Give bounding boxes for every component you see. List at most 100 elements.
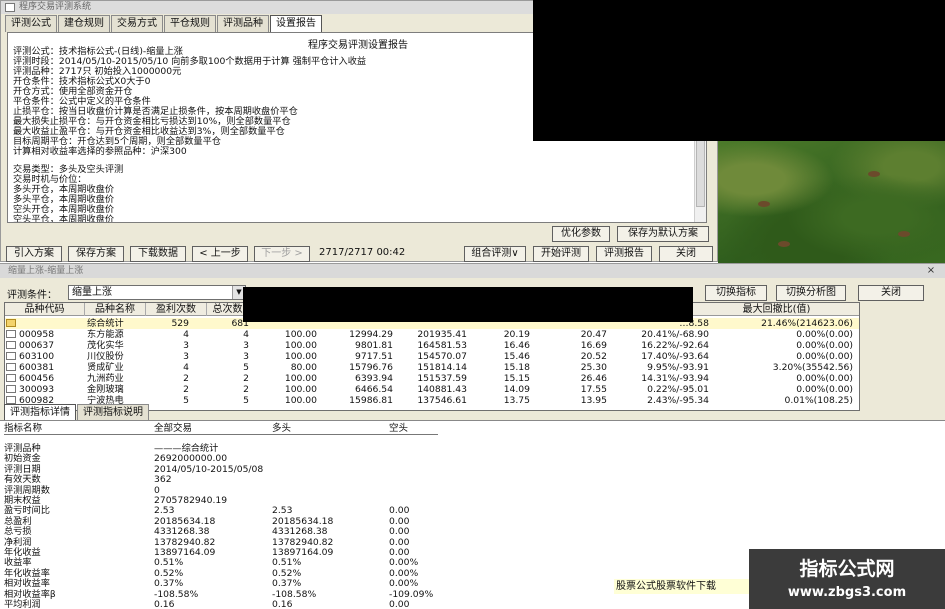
tab-report-settings[interactable]: 设置报告 [270,15,322,33]
cell-c7: 15.46 [503,351,530,362]
cell-win: 2 [183,373,189,384]
column-header[interactable]: 最大回撤比(值) [693,303,859,316]
detail-name: 收益率 [4,557,32,569]
table-row[interactable]: 603100 川仪股份 3 3 100.00 9717.51 154570.07 15.46 2… [5,351,859,362]
cell-c6: 201935.41 [417,329,467,340]
cell-c5: 6466.54 [355,384,393,395]
cell-name: 贤成矿业 [87,362,124,373]
table-row[interactable]: 600456 九洲药业 2 2 100.00 6393.94 151537.59 15.15 2… [5,373,859,384]
table-row[interactable]: 300093 金刚玻璃 2 2 100.00 6466.54 140881.43 14.09 1… [5,384,859,395]
cell-dd: 0.00%(0.00) [796,384,853,395]
cell-total: 5 [243,395,249,406]
download-data-button[interactable]: 下载数据 [130,246,186,262]
detail-all: 0.51% [154,557,184,569]
watermark-title: 指标公式网 [799,558,895,580]
detail-name: 盈亏时间比 [4,505,50,517]
cell-c8: 13.95 [580,395,607,406]
cell-dd: 0.00%(0.00) [796,373,853,384]
cell-name: 金刚玻璃 [87,384,124,395]
start-evaluation-button[interactable]: 开始评测 [533,246,589,262]
condition-select[interactable]: 缩量上涨 ▼ [68,285,246,300]
cell-name: 茂化实华 [87,340,124,351]
cell-c4: 100.00 [284,384,317,395]
cell-c10: 14.31%/-93.94 [641,373,709,384]
close-icon[interactable]: × [925,265,937,277]
column-header[interactable]: 盈利次数 [146,303,207,316]
cell-win: 3 [183,351,189,362]
close-result-button[interactable]: 关闭 [858,285,924,301]
cell-c10: 20.41%/-68.90 [641,329,709,340]
cell-c8: 16.69 [580,340,607,351]
cell-dd: 0.00%(0.00) [796,351,853,362]
detail-name: 总亏损 [4,526,32,538]
cell-win: 4 [183,329,189,340]
detail-long: 4331268.38 [272,526,328,538]
cell-win: 4 [183,362,189,373]
optimize-params-button[interactable]: 优化参数 [552,226,610,242]
cell-c4: 100.00 [284,373,317,384]
next-step-button[interactable]: 下一步 > [254,246,310,262]
detail-name: 有效天数 [4,474,41,486]
detail-long: 0.37% [272,578,302,590]
previous-step-button[interactable]: < 上一步 [192,246,248,262]
cell-c6: 151814.14 [417,362,467,373]
switch-chart-button[interactable]: 切换分析图 [776,285,846,301]
detail-name: 初始资金 [4,453,41,465]
cell-code: 300093 [19,384,55,395]
save-scheme-button[interactable]: 保存方案 [68,246,124,262]
cell-dd: 0.00%(0.00) [796,329,853,340]
cell-c5: 15796.76 [349,362,393,373]
detail-short: 0.00 [389,505,410,517]
cell-c5: 12994.29 [349,329,393,340]
cell-name: 九洲药业 [87,373,124,384]
detail-all: 0.37% [154,578,184,590]
cell-c5: 6393.94 [355,373,393,384]
leaf-shape [868,171,880,177]
cell-total: 3 [243,351,249,362]
tab-formula[interactable]: 评测公式 [5,15,57,32]
evaluation-report-button[interactable]: 评测报告 [596,246,652,262]
tab-open-rules[interactable]: 建仓规则 [58,15,110,32]
cell-dd: 21.46%(214623.06) [761,318,853,329]
cell-c10: 2.43%/-95.34 [647,395,709,406]
save-as-default-button[interactable]: 保存为默认方案 [617,226,709,242]
table-row[interactable]: 000637 茂化实华 3 3 100.00 9801.81 164581.53 16.46 1… [5,340,859,351]
app-icon [5,3,15,12]
cell-win: 529 [171,318,189,329]
cell-c10: 9.95%/-93.91 [647,362,709,373]
import-scheme-button[interactable]: 引入方案 [6,246,62,262]
cell-c5: 9801.81 [355,340,393,351]
detail-name: 平均利润 [4,599,41,609]
file-icon [6,341,16,349]
tab-indicator-help[interactable]: 评测指标说明 [77,404,149,421]
cell-c8: 26.46 [580,373,607,384]
table-row[interactable]: 600381 贤成矿业 4 5 80.00 15796.76 151814.14 15.18 2… [5,362,859,373]
leaf-shape [758,201,770,207]
result-window-title-bar: 缩量上涨-缩量上涨 [0,264,945,278]
cell-code: 603100 [19,351,55,362]
cell-c8: 20.47 [580,329,607,340]
switch-indicator-button[interactable]: 切换指标 [705,285,767,301]
file-icon [6,330,16,338]
combo-evaluation-dropdown[interactable]: 组合评测∨ [464,246,526,262]
column-header[interactable]: 品种名称 [85,303,146,316]
detail-all: 0.16 [154,599,175,609]
table-row[interactable]: 000958 东方能源 4 4 100.00 12994.29 201935.41 20.19… [5,329,859,340]
cell-c4: 100.00 [284,340,317,351]
cell-c6: 154570.07 [417,351,467,362]
details-header-all: 全部交易 [154,423,193,434]
tab-close-rules[interactable]: 平仓规则 [164,15,216,32]
cell-c7: 20.19 [503,329,530,340]
cell-total: 2 [243,373,249,384]
cell-code: 600456 [19,373,55,384]
file-icon [6,352,16,360]
details-header-name: 指标名称 [4,423,43,434]
close-setup-button[interactable]: 关闭 [659,246,713,262]
column-header[interactable]: 品种代码 [5,303,85,316]
tab-instruments[interactable]: 评测品种 [217,15,269,32]
detail-all: 4331268.38 [154,526,210,538]
cell-c4: 80.00 [290,362,317,373]
tab-trade-mode[interactable]: 交易方式 [111,15,163,32]
file-icon [6,363,16,371]
detail-name: 相对收益率 [4,578,50,590]
